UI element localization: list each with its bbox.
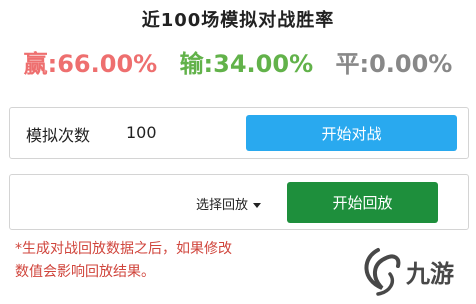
simulation-panel: 模拟次数 开始对战: [9, 107, 469, 159]
win-rate: 赢:66.00%: [23, 50, 158, 78]
simulation-count-input[interactable]: [126, 120, 226, 144]
caret-down-icon: [253, 203, 262, 208]
replay-select[interactable]: 选择回放: [196, 194, 262, 213]
simulation-count-label: 模拟次数: [26, 126, 91, 145]
simulation-page: 近100场模拟对战胜率 赢:66.00% 输:34.00% 平:0.00% 模拟…: [0, 0, 476, 304]
win-rate-summary: 赢:66.00% 输:34.00% 平:0.00%: [0, 44, 476, 79]
page-title: 近100场模拟对战胜率: [141, 10, 335, 31]
replay-panel: 选择回放 开始回放: [9, 174, 469, 230]
replay-select-label: 选择回放: [196, 198, 249, 213]
note-line-1: *生成对战回放数据之后，如果修改: [15, 241, 232, 257]
watermark-text: 九游: [405, 260, 454, 288]
note-line-2: 数值会影响回放结果。: [15, 264, 155, 280]
swirl-icon: [363, 246, 402, 297]
draw-rate: 平:0.00%: [335, 50, 453, 78]
replay-warning-note: *生成对战回放数据之后，如果修改 数值会影响回放结果。: [15, 238, 315, 284]
watermark-logo: 九游 九游: [363, 246, 456, 297]
start-replay-button[interactable]: 开始回放: [287, 182, 438, 223]
lose-rate: 输:34.00%: [179, 50, 314, 78]
start-battle-button[interactable]: 开始对战: [246, 115, 457, 151]
